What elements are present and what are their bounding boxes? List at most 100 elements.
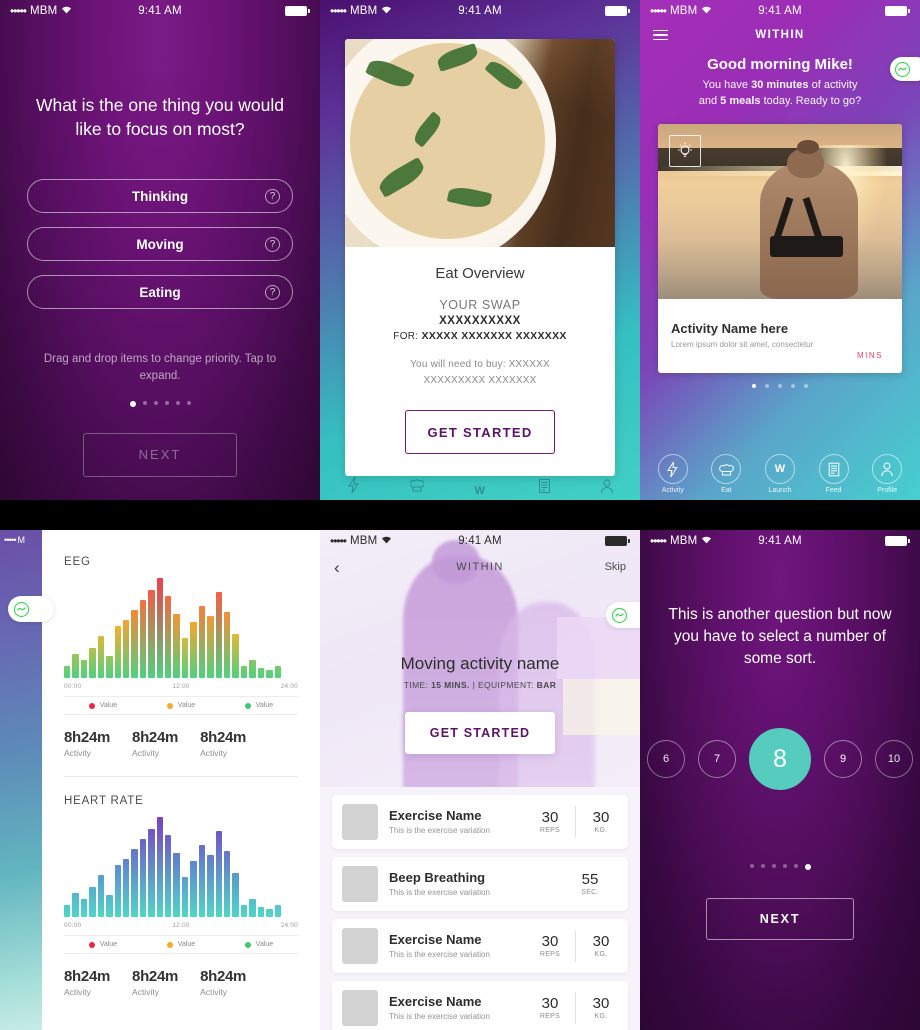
chart-bar	[139, 839, 147, 917]
next-button[interactable]: NEXT	[83, 432, 237, 477]
person-icon	[872, 454, 903, 484]
pager-dot[interactable]	[778, 383, 782, 388]
pager-dots[interactable]	[640, 864, 920, 870]
chart-bar	[97, 875, 105, 917]
next-button[interactable]: NEXT	[706, 898, 854, 940]
pager-dot[interactable]	[765, 383, 769, 388]
chart-bar	[131, 849, 138, 917]
chart-bar	[165, 596, 172, 678]
axis-tick: 00:00	[64, 683, 82, 690]
eat-overview-card: Eat Overview YOUR SWAP XXXXXXXXXX FOR: X…	[345, 39, 615, 476]
exercise-metric-2: 30 KG.	[584, 995, 618, 1020]
tab-activity[interactable]: Activity	[342, 476, 366, 500]
feedback-badge[interactable]	[8, 596, 54, 622]
pager-dot[interactable]	[749, 864, 754, 868]
number-picker[interactable]: 6 7 8 9 10	[640, 728, 920, 790]
tab-profile[interactable]: Profile	[597, 478, 618, 500]
chart-bar	[257, 907, 265, 917]
axis-tick: 24:00	[280, 683, 298, 690]
exercise-name: Exercise Name	[389, 994, 482, 1010]
tab-profile[interactable]: Profile	[872, 454, 903, 494]
pager-dot[interactable]	[791, 383, 795, 388]
number-option-9[interactable]: 9	[824, 740, 862, 778]
feedback-badge[interactable]	[890, 57, 920, 81]
activity-card[interactable]: Activity Name here Lorem ipsum dolor sit…	[658, 123, 902, 373]
nav-title: WITHIN	[755, 29, 805, 41]
exercise-metric-2: 30 KG.	[584, 933, 618, 958]
pager-dots[interactable]	[640, 383, 920, 388]
bolt-icon	[657, 454, 688, 484]
wifi-icon	[381, 535, 392, 547]
wifi-icon	[381, 5, 392, 17]
summary-post: of activity	[808, 79, 858, 91]
pager-dot[interactable]	[186, 400, 191, 405]
meal-photo	[345, 39, 615, 247]
metric-value: 30	[592, 809, 610, 827]
tab-activity[interactable]: Activity	[657, 454, 688, 494]
tab-launch[interactable]: W Launch	[764, 454, 795, 494]
number-option-8-selected[interactable]: 8	[749, 728, 811, 790]
pager-dot[interactable]	[153, 400, 158, 405]
activity-name: Activity Name here	[671, 320, 789, 336]
number-option-6[interactable]: 6	[647, 740, 685, 778]
pager-dot[interactable]	[793, 864, 798, 868]
chart-bar	[173, 614, 180, 678]
pager-dot[interactable]	[760, 864, 765, 868]
metric-unit: KG.	[594, 827, 608, 835]
pager-dots[interactable]	[0, 400, 320, 407]
smiley-face-icon	[14, 601, 29, 617]
nav-bar: ‹ WITHIN Skip	[320, 552, 640, 582]
within-home-screen: ••••• MBM 9:41 AM WITHIN Good morning Mi…	[640, 0, 920, 500]
chart-bar	[224, 851, 231, 917]
pager-dot[interactable]	[804, 864, 811, 870]
chart-bar	[198, 845, 206, 917]
exercise-list: Exercise Name This is the exercise varia…	[320, 787, 640, 1030]
tab-launch[interactable]: W Launch	[467, 486, 492, 500]
focus-option-moving[interactable]: Moving ?	[27, 227, 293, 262]
carrier-label: MBM	[350, 535, 378, 547]
pager-dot[interactable]	[804, 383, 808, 388]
legend-label: Value	[255, 702, 274, 709]
metric-value: 30	[541, 809, 559, 827]
metric-value: 30	[592, 995, 610, 1013]
chart-title: EEG	[64, 556, 91, 568]
feedback-badge[interactable]	[606, 602, 640, 628]
number-option-7[interactable]: 7	[698, 740, 736, 778]
chart-bar	[249, 899, 256, 917]
get-started-button[interactable]: GET STARTED	[405, 712, 555, 754]
help-icon[interactable]: ?	[265, 236, 280, 252]
pager-dot[interactable]	[142, 400, 147, 405]
tab-eat[interactable]: Eat	[408, 476, 425, 500]
lightbulb-icon[interactable]	[669, 134, 701, 167]
focus-option-thinking[interactable]: Thinking ?	[27, 179, 293, 214]
tab-feed[interactable]: Feed	[536, 478, 553, 500]
stat-value: 8h24m	[132, 968, 179, 985]
exercise-row[interactable]: Beep Breathing This is the exercise vari…	[332, 856, 628, 911]
skip-button[interactable]: Skip	[605, 561, 626, 573]
exercise-row[interactable]: Exercise Name This is the exercise varia…	[332, 980, 628, 1030]
chart-bar	[232, 634, 239, 678]
number-option-10[interactable]: 10	[875, 740, 913, 778]
chart-bar	[131, 610, 138, 678]
pager-dot[interactable]	[782, 864, 787, 868]
pager-dot[interactable]	[771, 864, 776, 868]
summary-pre2: and	[698, 94, 721, 107]
chart-bar	[148, 590, 155, 678]
get-started-button[interactable]: GET STARTED	[405, 410, 555, 454]
chart-bar	[215, 592, 223, 678]
help-icon[interactable]: ?	[265, 188, 280, 204]
pager-dot[interactable]	[129, 400, 136, 407]
help-icon[interactable]: ?	[265, 284, 280, 300]
status-bar: ••••• MBM 9:41 AM	[0, 0, 320, 22]
exercise-row[interactable]: Exercise Name This is the exercise varia…	[332, 918, 628, 973]
exercise-row[interactable]: Exercise Name This is the exercise varia…	[332, 794, 628, 849]
tab-eat[interactable]: Eat	[711, 454, 742, 494]
activity-photo	[658, 123, 902, 299]
pager-dot[interactable]	[164, 400, 169, 405]
pager-dot[interactable]	[175, 400, 180, 405]
focus-option-eating[interactable]: Eating ?	[27, 275, 293, 310]
metric-unit: REPS	[539, 827, 561, 835]
tab-feed[interactable]: Feed	[818, 454, 849, 494]
pager-dot[interactable]	[752, 383, 756, 388]
card-title: Eat Overview	[435, 265, 525, 282]
